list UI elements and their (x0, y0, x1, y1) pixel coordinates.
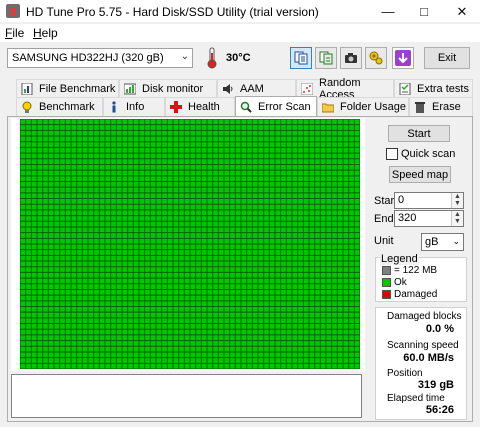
damaged-blocks-label: Damaged blocks (387, 311, 462, 322)
speaker-icon (223, 83, 233, 94)
tab-extra-tests[interactable]: Extra tests (394, 79, 473, 97)
start-button[interactable]: Start (388, 125, 450, 142)
chevron-down-icon: ⌄ (452, 236, 460, 246)
scan-block-grid (20, 119, 360, 369)
gray-swatch (382, 266, 391, 275)
settings-icon (369, 51, 383, 65)
minimize-button[interactable]: — (370, 0, 406, 23)
scan-grid-lines (20, 119, 360, 369)
folder-icon (322, 103, 334, 113)
quick-scan-label: Quick scan (401, 148, 456, 160)
copy-info-button[interactable] (315, 47, 337, 69)
start-input-value: 0 (398, 194, 405, 206)
download-icon (395, 50, 411, 66)
copy-text-icon (294, 51, 308, 65)
extra-tests-icon (399, 82, 411, 95)
window-title: HD Tune Pro 5.75 - Hard Disk/SSD Utility… (26, 5, 319, 19)
menu-file[interactable]: File (5, 26, 24, 40)
random-access-icon (301, 82, 313, 95)
tab-folder-usage[interactable]: Folder Usage (317, 97, 409, 116)
tab-health[interactable]: Health (165, 97, 235, 116)
quick-scan-option[interactable]: Quick scan (386, 148, 455, 160)
elapsed-time-label: Elapsed time (387, 393, 445, 404)
end-input-value: 320 (398, 212, 417, 224)
magnifier-icon (240, 101, 252, 113)
elapsed-time-value: 56:26 (425, 404, 454, 416)
tab-error-scan[interactable]: Error Scan (235, 96, 317, 116)
title-bar: HD Tune Pro 5.75 - Hard Disk/SSD Utility… (0, 0, 480, 23)
end-spinner[interactable]: ▲ ▼ (451, 211, 463, 226)
tab-row-bottom: Benchmark Info Health Error Scan Folder … (7, 96, 473, 116)
legend-item-block-size: = 122 MB (382, 265, 437, 276)
file-benchmark-icon (21, 82, 33, 95)
menu-help[interactable]: Help (33, 26, 58, 40)
tab-file-benchmark[interactable]: File Benchmark (16, 79, 119, 97)
copy-info-icon (319, 51, 333, 65)
tab-disk-monitor[interactable]: Disk monitor (119, 79, 217, 97)
tab-aam[interactable]: AAM (217, 79, 296, 97)
lightbulb-icon (22, 101, 32, 113)
chevron-down-icon: ⌄ (180, 51, 189, 62)
info-icon (112, 101, 116, 113)
position-label: Position (387, 368, 423, 379)
tab-erase[interactable]: Erase (409, 97, 473, 116)
maximize-button[interactable]: □ (406, 0, 442, 23)
trash-icon (415, 102, 425, 113)
menu-bar: File Help (0, 24, 480, 42)
scan-log (11, 374, 362, 418)
unit-label: Unit (374, 235, 394, 247)
start-spinner[interactable]: ▲ ▼ (451, 193, 463, 208)
legend-item-ok: Ok (382, 277, 407, 288)
health-cross-icon (170, 101, 182, 113)
unit-value: gB (425, 236, 439, 248)
scanning-speed-value: 60.0 MB/s (403, 352, 454, 364)
damaged-blocks-value: 0.0 % (425, 323, 454, 335)
drive-select[interactable]: SAMSUNG HD322HJ (320 gB) ⌄ (7, 48, 193, 68)
start-input[interactable]: 0 ▲ ▼ (394, 192, 464, 209)
scanning-speed-label: Scanning speed (387, 340, 459, 351)
screenshot-button[interactable] (340, 47, 362, 69)
legend-item-damaged: Damaged (382, 289, 437, 300)
app-icon (6, 4, 20, 18)
green-swatch (382, 278, 391, 287)
tab-info[interactable]: Info (103, 97, 165, 116)
temperature-value: 30°C (226, 52, 251, 64)
options-button[interactable] (365, 47, 387, 69)
quick-scan-checkbox[interactable] (386, 148, 398, 160)
tab-random-access[interactable]: Random Access (296, 77, 394, 101)
exit-button[interactable]: Exit (424, 47, 470, 69)
end-field-label: End (374, 213, 394, 225)
red-swatch (382, 290, 391, 299)
close-button[interactable]: ✕ (444, 0, 480, 23)
end-input[interactable]: 320 ▲ ▼ (394, 210, 464, 227)
unit-select[interactable]: gB ⌄ (421, 233, 464, 251)
save-button[interactable] (392, 47, 414, 69)
tab-benchmark[interactable]: Benchmark (16, 97, 103, 116)
legend-title: Legend (380, 253, 419, 265)
copy-text-button[interactable] (290, 47, 312, 69)
position-value: 319 gB (417, 379, 454, 391)
disk-monitor-icon (124, 83, 136, 94)
tab-row-top: File Benchmark Disk monitor AAM Random A… (7, 77, 473, 101)
thermometer-icon (207, 47, 217, 69)
drive-name: SAMSUNG HD322HJ (320 gB) (12, 52, 164, 64)
speed-map-button[interactable]: Speed map (389, 166, 451, 183)
camera-icon (345, 53, 357, 63)
